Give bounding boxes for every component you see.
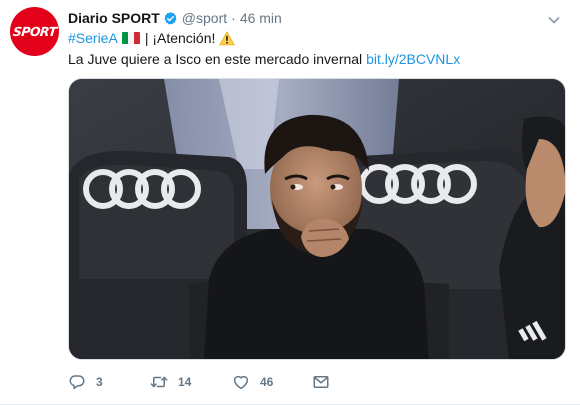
display-name[interactable]: Diario SPORT [68, 10, 160, 26]
tweet-link[interactable]: bit.ly/2BCVNLx [366, 51, 460, 67]
tweet-header: Diario SPORT @sport · 46 min [68, 9, 282, 27]
tweet-timestamp[interactable]: 46 min [240, 10, 282, 26]
like-icon [233, 375, 249, 390]
tweet: SPORT Diario SPORT @sport · 46 min #Seri… [0, 0, 580, 405]
reply-icon [69, 375, 85, 390]
tweet-text-attention: | ¡Atención! [144, 30, 216, 46]
tweet-text-line2: La Juve quiere a Isco en este mercado in… [68, 50, 460, 68]
chevron-down-icon[interactable] [546, 12, 562, 28]
like-count: 46 [260, 375, 274, 389]
photo-image [69, 79, 565, 359]
tweet-media-photo[interactable] [68, 78, 566, 360]
avatar[interactable]: SPORT [10, 7, 59, 56]
reply-count: 3 [96, 375, 103, 389]
avatar-logo-text: SPORT [12, 24, 57, 39]
retweet-button[interactable]: 14 [150, 372, 191, 392]
retweet-icon [150, 376, 168, 388]
direct-message-button[interactable] [312, 372, 330, 392]
warning-sign-icon [219, 30, 236, 46]
reply-button[interactable]: 3 [68, 372, 103, 392]
verified-badge-icon [163, 11, 178, 26]
italy-flag-icon [121, 32, 140, 44]
tweet-text-body: La Juve quiere a Isco en este mercado in… [68, 51, 363, 67]
user-handle[interactable]: @sport [182, 10, 227, 26]
like-button[interactable]: 46 [232, 372, 273, 392]
tweet-text-line1: #SerieA | ¡Atención! [68, 29, 236, 47]
hashtag-link[interactable]: #SerieA [68, 29, 118, 47]
direct-message-icon [313, 376, 329, 388]
retweet-count: 14 [178, 375, 192, 389]
separator-dot: · [231, 10, 236, 26]
